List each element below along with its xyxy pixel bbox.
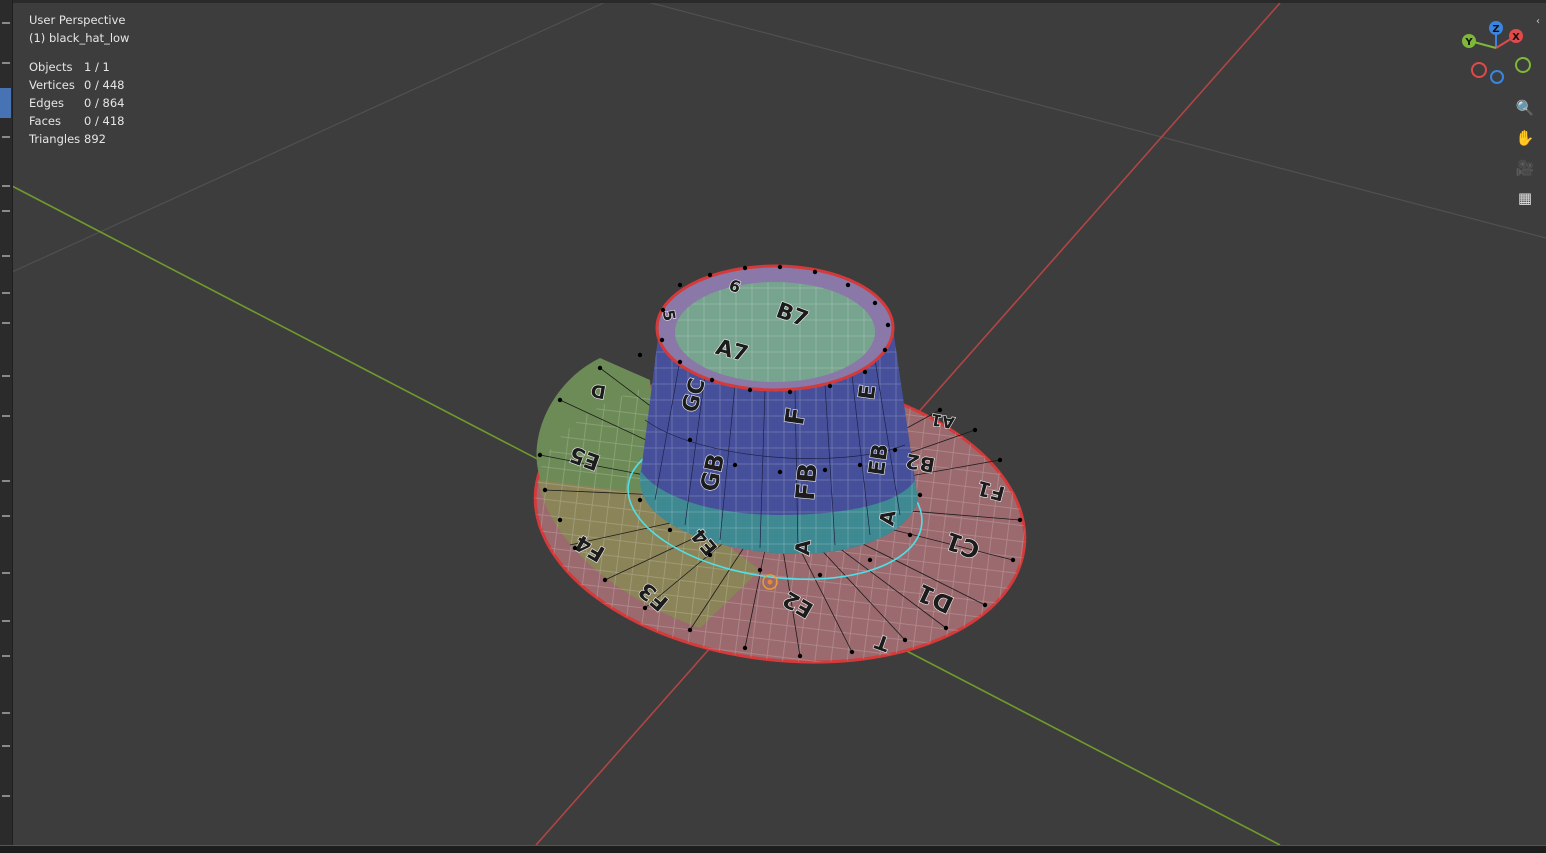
stat-row-edges: Edges 0 / 864 <box>29 94 129 112</box>
stat-label: Edges <box>29 96 64 110</box>
gizmo-neg-y-axis[interactable] <box>1515 57 1531 73</box>
stat-value: 0 / 418 <box>84 114 125 128</box>
gizmo-neg-z-axis[interactable] <box>1490 70 1504 84</box>
stat-row-triangles: Triangles 892 <box>29 130 129 148</box>
zoom-icon[interactable]: 🔍 <box>1513 96 1537 120</box>
stat-label: Triangles <box>29 132 81 146</box>
bottom-status-bar <box>0 845 1546 853</box>
toolbar-tool[interactable] <box>2 655 10 657</box>
uv-label: A1 <box>929 410 955 433</box>
toolbar-tool[interactable] <box>2 185 10 187</box>
hat-mesh[interactable]: B7 A7 6 5 GC F E GB FB EB A A E5 F4 F3 D… <box>519 264 1042 689</box>
toolbar-tool[interactable] <box>2 620 10 622</box>
camera-icon[interactable]: 🎥 <box>1513 156 1537 180</box>
viewport-info-overlay: User Perspective (1) black_hat_low Objec… <box>29 11 129 148</box>
stat-value: 1 / 1 <box>84 60 110 74</box>
stat-value: 892 <box>84 132 106 146</box>
toolbar-tool[interactable] <box>2 292 10 294</box>
stat-row-faces: Faces 0 / 418 <box>29 112 129 130</box>
left-toolbar[interactable] <box>0 0 13 845</box>
toolbar-tool[interactable] <box>2 572 10 574</box>
stat-row-objects: Objects 1 / 1 <box>29 58 129 76</box>
view-name: User Perspective <box>29 13 126 27</box>
stat-row-vertices: Vertices 0 / 448 <box>29 76 129 94</box>
uv-label: B2 <box>904 449 937 478</box>
uv-label: A <box>790 538 815 556</box>
stat-label: Faces <box>29 114 61 128</box>
stat-value: 0 / 864 <box>84 96 125 110</box>
gizmo-y-label: Y <box>1464 37 1473 48</box>
toolbar-tool[interactable] <box>2 255 10 257</box>
toolbar-tool[interactable] <box>2 745 10 747</box>
toolbar-tool[interactable] <box>2 136 10 138</box>
grid-lines <box>11 0 1546 273</box>
toolbar-tool[interactable] <box>2 515 10 517</box>
toolbar-tool[interactable] <box>2 62 10 64</box>
stat-label: Objects <box>29 60 73 74</box>
toolbar-tool[interactable] <box>2 712 10 714</box>
toolbar-tool[interactable] <box>2 375 10 377</box>
toolbar-tool[interactable] <box>2 480 10 482</box>
viewport-top-edge <box>0 0 1546 3</box>
stat-value: 0 / 448 <box>84 78 125 92</box>
scene-canvas[interactable]: B7 A7 6 5 GC F E GB FB EB A A E5 F4 F3 D… <box>0 0 1546 853</box>
object-name: (1) black_hat_low <box>29 31 130 45</box>
toolbar-active-tool[interactable] <box>0 88 11 118</box>
navigation-gizmo[interactable]: Z X Y <box>1455 16 1535 88</box>
gizmo-z-label: Z <box>1492 24 1499 35</box>
gizmo-neg-x-axis[interactable] <box>1471 62 1487 78</box>
hand-pan-icon[interactable]: ✋ <box>1513 126 1537 150</box>
grid-icon[interactable]: ▦ <box>1513 186 1537 210</box>
gizmo-x-label: X <box>1512 32 1520 43</box>
uv-label: EB <box>865 442 894 477</box>
toolbar-tool[interactable] <box>2 210 10 212</box>
stat-label: Vertices <box>29 78 75 92</box>
toolbar-tool[interactable] <box>2 795 10 797</box>
3d-viewport[interactable]: B7 A7 6 5 GC F E GB FB EB A A E5 F4 F3 D… <box>0 0 1546 853</box>
toolbar-tool[interactable] <box>2 22 10 24</box>
toolbar-tool[interactable] <box>2 415 10 417</box>
toolbar-tool[interactable] <box>2 322 10 324</box>
sidebar-collapse-icon[interactable]: ‹ <box>1536 16 1540 27</box>
uv-label: FB <box>791 462 824 502</box>
